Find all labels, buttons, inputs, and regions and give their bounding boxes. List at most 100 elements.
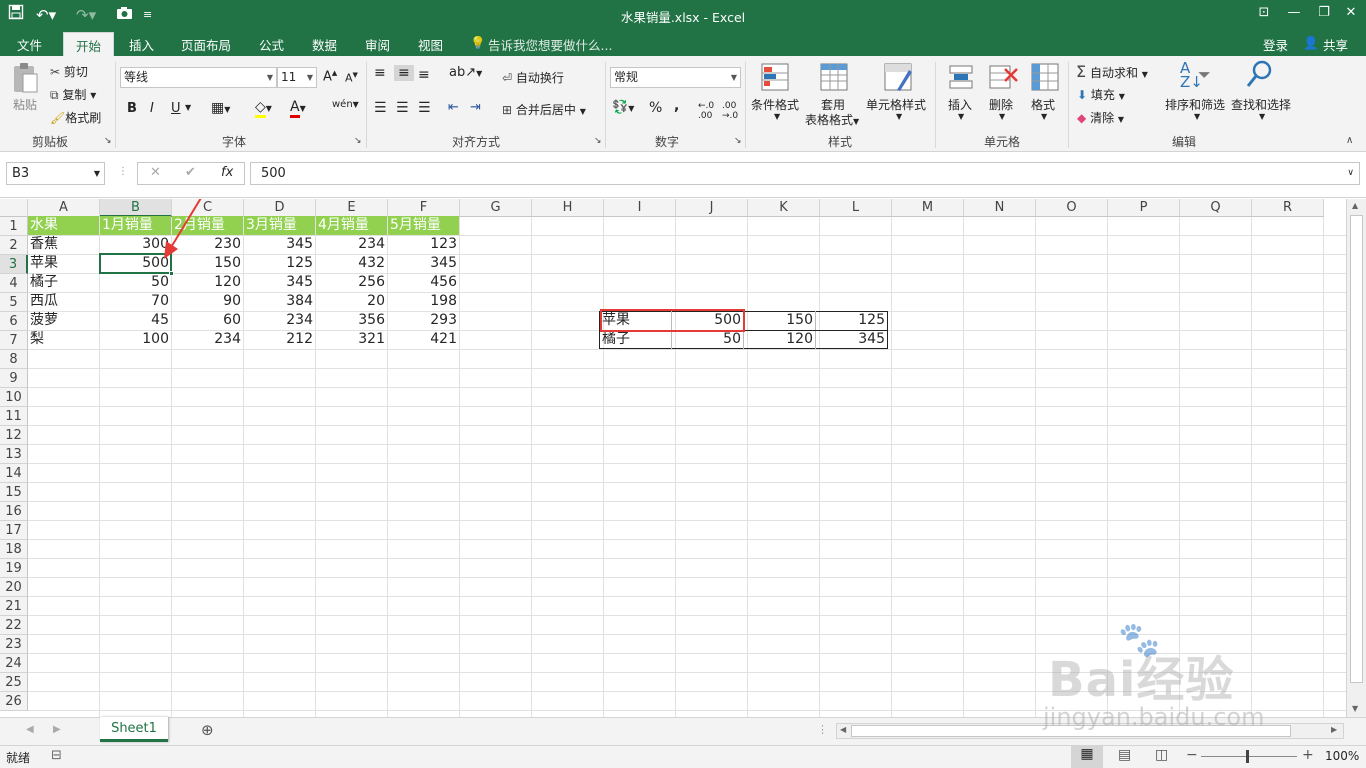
table-cell[interactable]: 125: [244, 254, 315, 273]
scroll-left-icon[interactable]: ◀: [840, 725, 846, 734]
table-cell[interactable]: 3月销量: [244, 216, 315, 235]
tell-me-box[interactable]: 告诉我您想要做什么...: [488, 35, 612, 54]
column-header[interactable]: A: [28, 199, 100, 217]
column-header[interactable]: P: [1108, 199, 1180, 217]
table-cell[interactable]: 234: [316, 235, 387, 254]
table-cell[interactable]: 345: [244, 273, 315, 292]
next-sheet-icon[interactable]: ▶: [53, 724, 61, 735]
column-header[interactable]: E: [316, 199, 388, 217]
cell-styles-icon[interactable]: [883, 62, 913, 92]
table-cell[interactable]: 香蕉: [28, 235, 99, 254]
row-header[interactable]: 9: [0, 369, 28, 388]
more-icon[interactable]: ⋮: [118, 166, 128, 177]
row-header[interactable]: 15: [0, 483, 28, 502]
wrap-text-button[interactable]: ⏎ 自动换行: [502, 69, 564, 86]
vertical-scrollbar[interactable]: ▲ ▼: [1346, 199, 1366, 717]
sort-dropdown-icon[interactable]: ▼: [1194, 112, 1200, 121]
table-cell[interactable]: 60: [172, 311, 243, 330]
table-cell[interactable]: 100: [100, 330, 171, 349]
cell-styles-button[interactable]: 单元格样式: [866, 96, 926, 113]
fill-button[interactable]: ⬇ 填充 ▼: [1077, 86, 1125, 103]
row-header[interactable]: 18: [0, 540, 28, 559]
table-cell[interactable]: 150: [744, 311, 815, 330]
column-header[interactable]: F: [388, 199, 460, 217]
column-header[interactable]: O: [1036, 199, 1108, 217]
table-cell[interactable]: 梨: [28, 330, 99, 349]
row-header[interactable]: 19: [0, 559, 28, 578]
format-dropdown-icon[interactable]: ▼: [1041, 112, 1047, 121]
zoom-slider-thumb[interactable]: [1246, 750, 1249, 763]
table-cell[interactable]: 5月销量: [388, 216, 459, 235]
underline-dropdown-icon[interactable]: ▼: [185, 103, 191, 112]
page-break-view-icon[interactable]: ◫: [1155, 747, 1168, 763]
align-center-icon[interactable]: ☰: [396, 100, 409, 116]
align-bottom-icon[interactable]: ≡: [418, 67, 430, 83]
format-cells-button[interactable]: 格式: [1031, 96, 1055, 113]
share-button[interactable]: 共享: [1323, 35, 1348, 54]
copy-button[interactable]: ⧉ 复制 ▾: [50, 86, 96, 103]
add-sheet-icon[interactable]: ⊕: [201, 721, 214, 739]
minimize-icon[interactable]: —: [1279, 0, 1309, 26]
clear-button[interactable]: ◆ 清除 ▼: [1077, 109, 1124, 126]
shrink-font-button[interactable]: A▼: [345, 71, 358, 85]
table-cell[interactable]: 345: [388, 254, 459, 273]
delete-cells-button[interactable]: 删除: [989, 96, 1013, 113]
table-cell[interactable]: 293: [388, 311, 459, 330]
tab-data[interactable]: 数据: [312, 35, 337, 54]
bold-button[interactable]: B: [127, 101, 137, 116]
collapse-ribbon-icon[interactable]: ∧: [1346, 135, 1353, 146]
table-cell[interactable]: 4月销量: [316, 216, 387, 235]
ribbon-display-icon[interactable]: ⊡: [1249, 0, 1279, 26]
split-handle-icon[interactable]: ⋮: [817, 723, 828, 736]
table-cell[interactable]: 234: [244, 311, 315, 330]
column-header[interactable]: Q: [1180, 199, 1252, 217]
row-header[interactable]: 22: [0, 616, 28, 635]
row-header[interactable]: 3: [0, 255, 28, 274]
decrease-indent-icon[interactable]: ⇤: [448, 100, 459, 115]
row-header[interactable]: 11: [0, 407, 28, 426]
merge-center-button[interactable]: ⊞ 合并后居中 ▼: [502, 101, 586, 118]
comma-button[interactable]: ,: [674, 98, 679, 114]
magnifier-icon[interactable]: [1245, 59, 1275, 92]
zoom-in-button[interactable]: +: [1302, 747, 1314, 763]
dialog-launcher-icon[interactable]: ↘: [104, 136, 112, 146]
tab-insert[interactable]: 插入: [129, 35, 154, 54]
number-format-select[interactable]: 常规 ▼: [610, 67, 741, 88]
table-cell[interactable]: 橘子: [28, 273, 99, 292]
table-cell[interactable]: 123: [388, 235, 459, 254]
row-header[interactable]: 10: [0, 388, 28, 407]
find-dropdown-icon[interactable]: ▼: [1259, 112, 1265, 121]
scroll-thumb[interactable]: [1350, 215, 1363, 683]
table-cell[interactable]: 212: [244, 330, 315, 349]
row-header[interactable]: 16: [0, 502, 28, 521]
insert-cells-icon[interactable]: [946, 62, 976, 92]
table-cell[interactable]: 345: [816, 330, 887, 349]
sheet-tab-sheet1[interactable]: Sheet1: [100, 717, 168, 742]
enter-icon[interactable]: ✔: [185, 165, 196, 180]
row-header[interactable]: 5: [0, 293, 28, 312]
zoom-out-button[interactable]: −: [1186, 747, 1198, 763]
name-box[interactable]: B3 ▼: [6, 162, 105, 185]
table-cell[interactable]: 120: [744, 330, 815, 349]
increase-decimal-icon[interactable]: ←.0.00: [698, 101, 714, 121]
column-header[interactable]: G: [460, 199, 532, 217]
phonetic-button[interactable]: wén▼: [332, 99, 359, 110]
dialog-launcher-icon[interactable]: ↘: [354, 136, 362, 146]
row-header[interactable]: 8: [0, 350, 28, 369]
table-cell[interactable]: 水果: [28, 216, 99, 235]
sort-filter-button[interactable]: 排序和筛选: [1165, 96, 1225, 113]
row-header[interactable]: 6: [0, 312, 28, 331]
column-header[interactable]: M: [892, 199, 964, 217]
fill-handle[interactable]: [169, 271, 174, 276]
tab-view[interactable]: 视图: [418, 35, 443, 54]
italic-button[interactable]: I: [150, 101, 154, 116]
table-cell[interactable]: 321: [316, 330, 387, 349]
table-cell[interactable]: 432: [316, 254, 387, 273]
format-cells-icon[interactable]: [1030, 62, 1060, 92]
cut-button[interactable]: ✂ 剪切: [50, 63, 88, 80]
tab-formulas[interactable]: 公式: [259, 35, 284, 54]
paste-button[interactable]: 粘贴: [13, 96, 37, 113]
column-header[interactable]: R: [1252, 199, 1324, 217]
row-header[interactable]: 1: [0, 217, 28, 236]
align-top-icon[interactable]: ≡: [374, 65, 386, 81]
